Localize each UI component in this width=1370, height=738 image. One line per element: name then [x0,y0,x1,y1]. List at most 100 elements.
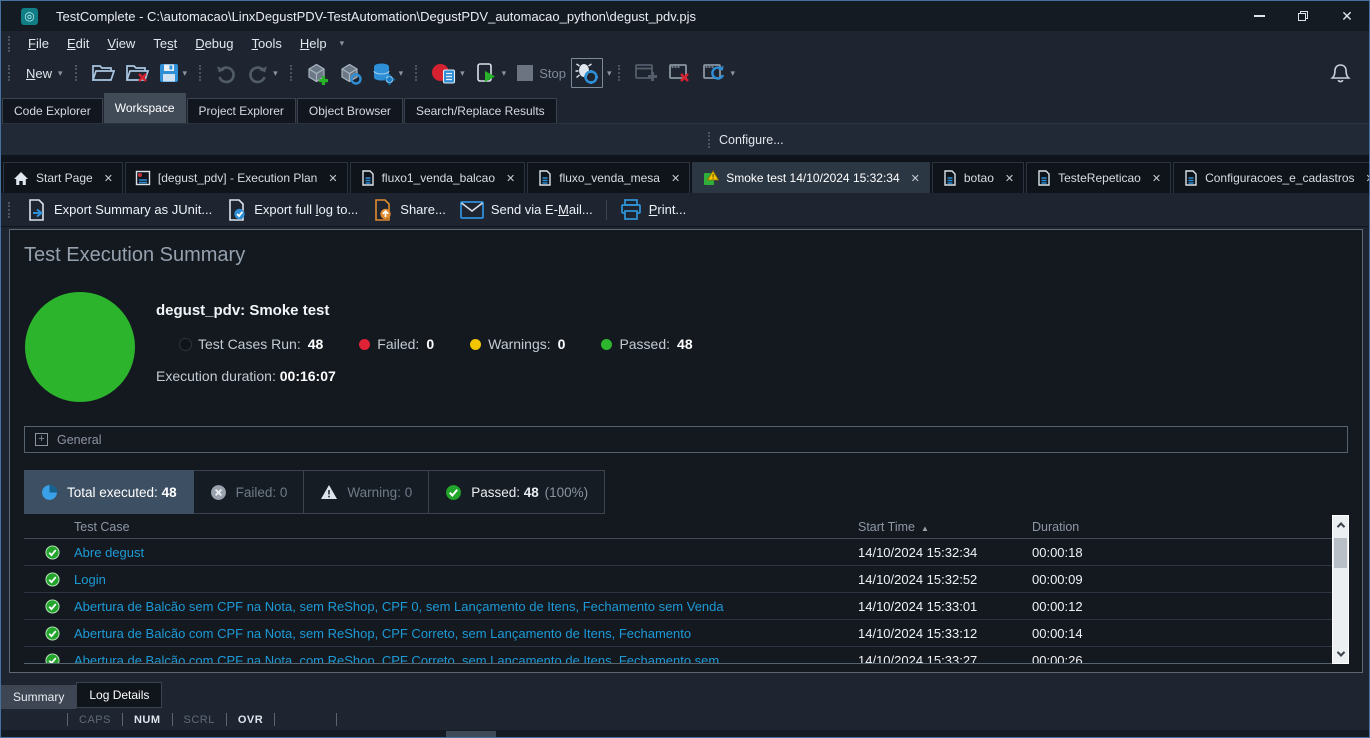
doc-tab-botao[interactable]: botao✕ [932,162,1024,193]
configure-link[interactable]: Configure... [719,133,784,147]
minimize-button[interactable] [1237,1,1281,31]
test-case-link[interactable]: Abertura de Balcão com CPF na Nota, com … [74,653,858,665]
save-dropdown-icon[interactable]: ▾ [183,68,188,79]
run-dropdown-icon[interactable]: ▾ [502,68,507,79]
menu-view[interactable]: View [98,34,144,53]
menu-tools[interactable]: Tools [243,34,291,53]
toolbar-grip[interactable] [8,65,12,81]
add-item-button[interactable] [302,59,333,88]
toolbar-grip[interactable] [199,65,203,81]
toolbar-grip[interactable] [75,65,79,81]
tab-close-icon[interactable]: ✕ [1152,172,1161,185]
record-test-button[interactable]: ▾ [427,59,469,88]
close-window-button[interactable] [664,59,696,87]
table-row[interactable]: Abre degust 14/10/2024 15:32:34 00:00:18 [24,539,1334,566]
doc-tab-fluxo-venda-mesa[interactable]: fluxo_venda_mesa✕ [527,162,690,193]
doc-tab-testerepeticao[interactable]: TesteRepeticao✕ [1026,162,1171,193]
export-full-log-button[interactable]: Export full log to... [219,197,365,223]
table-row[interactable]: Abertura de Balcão com CPF na Nota, sem … [24,620,1334,647]
column-duration[interactable]: Duration [1032,520,1334,534]
menu-debug[interactable]: Debug [186,34,242,53]
new-dropdown-icon[interactable]: ▾ [58,68,63,79]
panel-tab-object-browser[interactable]: Object Browser [297,98,403,123]
expand-icon[interactable]: + [35,433,48,446]
tab-close-icon[interactable]: ✕ [506,172,515,185]
close-button[interactable]: ✕ [1325,1,1369,31]
tab-close-icon[interactable]: ✕ [671,172,680,185]
filter-tab-warning[interactable]: Warning: 0 [304,470,429,514]
tab-close-icon[interactable]: ✕ [104,172,113,185]
doc-tab-configuracoes-e-cadastros[interactable]: Configuracoes_e_cadastros✕ [1173,162,1370,193]
share-button[interactable]: Share... [365,197,453,223]
map-object-button[interactable] [335,59,366,88]
tab-close-icon[interactable]: ✕ [1366,172,1370,185]
send-email-button[interactable]: Send via E-Mail... [453,199,600,221]
panel-tab-code-explorer[interactable]: Code Explorer [2,98,103,123]
scrollbar-thumb[interactable] [1334,538,1347,568]
filter-tab-failed[interactable]: Failed: 0 [194,470,305,514]
debug-dropdown-icon[interactable]: ▾ [607,68,612,79]
close-file-button[interactable] [121,60,153,86]
toolbar-grip[interactable] [8,36,12,52]
general-section-header[interactable]: + General [24,426,1348,453]
table-row[interactable]: Login 14/10/2024 15:32:52 00:00:09 [24,566,1334,593]
toolbar-grip[interactable] [8,202,12,218]
panel-tab-workspace[interactable]: Workspace [104,93,186,123]
tab-log-details[interactable]: Log Details [76,682,162,708]
new-button[interactable]: New ▾ [20,63,67,84]
testcomplete-window: ◎ TestComplete - C:\automacao\LinxDegust… [0,0,1370,738]
doc-tab-start-page[interactable]: Start Page✕ [3,162,123,193]
toolbar-grip[interactable] [415,65,419,81]
tab-close-icon[interactable]: ✕ [328,172,337,185]
notifications-button[interactable] [1326,60,1355,87]
table-vertical-scrollbar[interactable] [1332,515,1349,664]
export-summary-junit-button[interactable]: Export Summary as JUnit... [19,197,219,223]
open-file-button[interactable] [87,60,119,86]
menu-overflow-icon[interactable]: ▾ [340,38,345,49]
save-button[interactable]: ▾ [155,60,192,86]
undo-button[interactable] [211,59,241,87]
passed-check-icon [45,545,60,560]
debug-run-button[interactable] [571,58,603,88]
menu-edit[interactable]: Edit [58,34,98,53]
toolbar-grip[interactable] [290,65,294,81]
redo-dropdown-icon[interactable]: ▾ [273,68,278,79]
test-case-link[interactable]: Login [74,572,858,587]
tab-close-icon[interactable]: ✕ [911,172,920,185]
record-dropdown-icon[interactable]: ▾ [460,68,465,79]
column-start-time[interactable]: Start Time▲ [858,520,1032,534]
doc-tab-fluxo1-venda-balcao[interactable]: fluxo1_venda_balcao✕ [350,162,526,193]
toolbar-grip[interactable] [708,132,712,148]
tab-summary[interactable]: Summary [1,685,76,709]
table-row[interactable]: Abertura de Balcão sem CPF na Nota, sem … [24,593,1334,620]
toolbar-grip[interactable] [618,65,622,81]
scroll-down-button[interactable] [1333,645,1348,663]
doc-tab-smoke-test[interactable]: Smoke test 14/10/2024 15:32:34✕ [692,162,930,193]
scroll-up-button[interactable] [1333,516,1348,534]
doc-tab-execution-plan[interactable]: [degust_pdv] - Execution Plan✕ [125,162,348,193]
test-case-link[interactable]: Abertura de Balcão com CPF na Nota, sem … [74,626,858,641]
column-test-case[interactable]: Test Case [74,520,858,534]
panel-tab-search-replace[interactable]: Search/Replace Results [404,98,557,123]
test-case-link[interactable]: Abre degust [74,545,858,560]
run-test-button[interactable]: ▾ [471,59,511,88]
print-button[interactable]: Print... [613,197,694,222]
data-storage-button[interactable]: ▾ [368,59,408,88]
redo-button[interactable]: ▾ [243,59,282,87]
filter-tab-passed[interactable]: Passed: 48 (100%) [429,470,605,514]
table-header-row[interactable]: Test Case Start Time▲ Duration [24,515,1334,539]
horizontal-scrollbar-thumb[interactable] [446,731,496,737]
panel-tab-project-explorer[interactable]: Project Explorer [187,98,296,123]
menu-help[interactable]: Help [291,34,336,53]
menu-file[interactable]: File [19,34,58,53]
menu-test[interactable]: Test [144,34,186,53]
horizontal-scrollbar[interactable] [1,730,1369,738]
test-case-link[interactable]: Abertura de Balcão sem CPF na Nota, sem … [74,599,858,614]
restore-layout-button[interactable]: ▾ [698,59,739,87]
filter-tab-total[interactable]: Total executed: 48 [24,470,194,514]
tab-close-icon[interactable]: ✕ [1005,172,1014,185]
layout-dropdown-icon[interactable]: ▾ [730,68,735,79]
restore-button[interactable] [1281,1,1325,31]
table-row[interactable]: Abertura de Balcão com CPF na Nota, com … [24,647,1334,664]
storage-dropdown-icon[interactable]: ▾ [399,68,404,79]
